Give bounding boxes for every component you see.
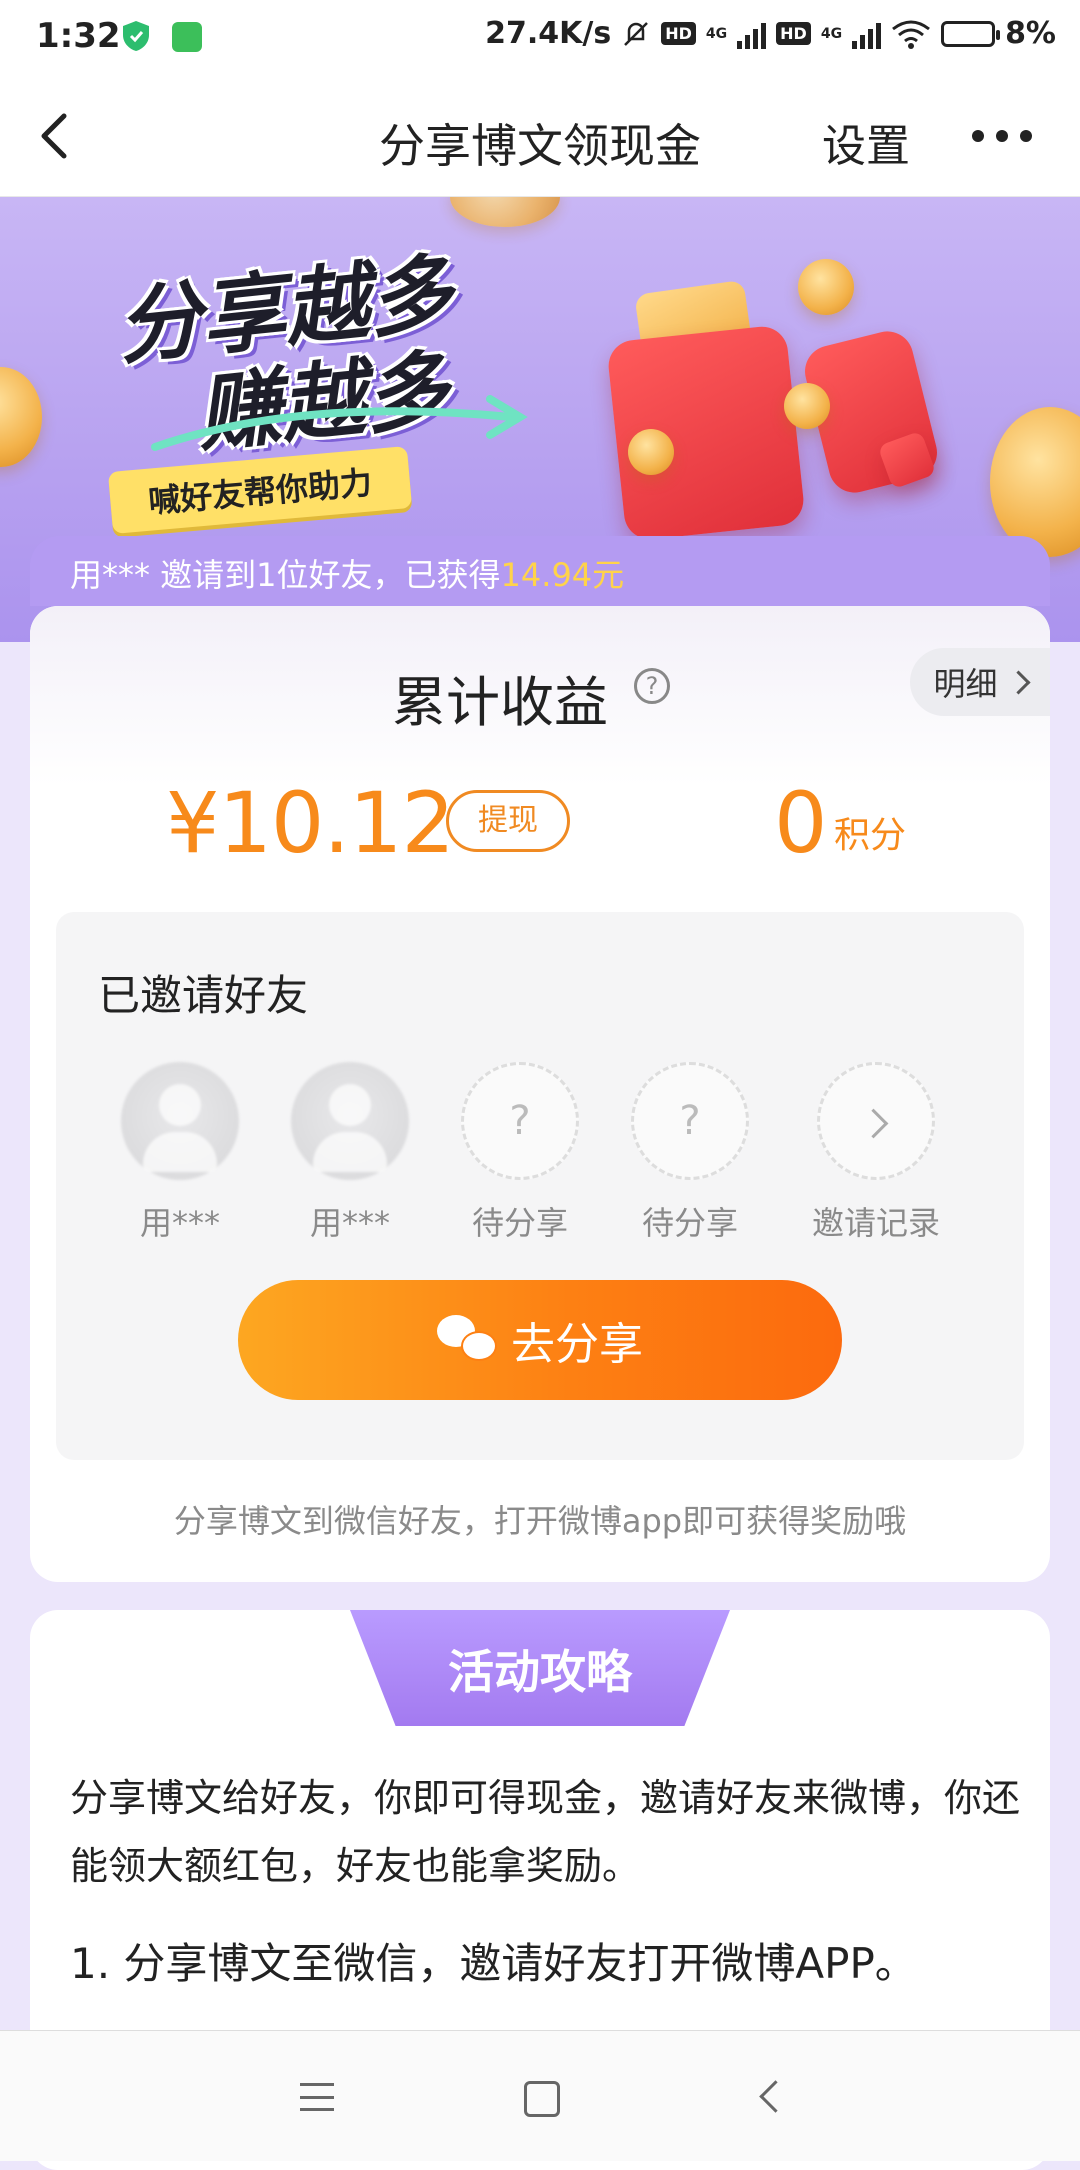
avatar [291, 1062, 409, 1180]
earnings-card: 累计收益 ? 明细 ¥10.12 提现 0 积分 已邀请好友 用*** 用***… [30, 606, 1050, 1582]
status-right-group: 27.4K/s HD 4G HD 4G 8% [485, 16, 1056, 51]
more-dots-icon[interactable] [972, 116, 1042, 156]
coin-decoration [798, 259, 854, 315]
settings-button[interactable]: 设置 [822, 110, 910, 174]
ticker-text: 用*** 邀请到1位好友，已获得14.94元 [70, 550, 624, 596]
hd-badge: HD [661, 22, 696, 45]
system-nav-bar [0, 2030, 1080, 2161]
chevron-right-icon [1005, 669, 1031, 695]
pending-slot[interactable]: ? 待分享 [620, 1062, 760, 1244]
page-title: 分享博文领现金 [379, 119, 701, 173]
question-icon: ? [631, 1062, 749, 1180]
recent-apps-icon[interactable] [300, 2083, 334, 2111]
shield-icon [123, 21, 149, 51]
status-bar: 1:32 27.4K/s HD 4G HD 4G 8% [0, 0, 1080, 76]
network-type: 4G [820, 25, 843, 42]
home-icon[interactable] [524, 2081, 560, 2117]
invite-record-label: 邀请记录 [811, 1204, 940, 1242]
status-time: 1:32 [36, 16, 121, 56]
guide-paragraph: 分享博文给好友，你即可得现金，邀请好友来微博，你还能领大额红包，好友也能拿奖励。 [70, 1776, 1021, 1888]
coin-decoration [628, 429, 674, 475]
mute-icon [624, 21, 649, 46]
coin-decoration [450, 197, 560, 227]
app-notification-icon [172, 22, 202, 52]
coin-decoration [990, 407, 1080, 557]
wifi-icon [892, 20, 930, 49]
pending-slot[interactable]: ? 待分享 [450, 1062, 590, 1244]
friend-label: 用*** [139, 1204, 220, 1242]
pending-label: 待分享 [471, 1204, 568, 1242]
friend-slot: 用*** [280, 1062, 420, 1244]
battery-icon [941, 20, 1001, 47]
share-button[interactable]: 去分享 [238, 1280, 842, 1400]
share-label: 去分享 [511, 1319, 643, 1370]
chevron-right-icon [817, 1062, 935, 1180]
ticker-prefix: 用*** 邀请到1位好友，已获得 [70, 556, 501, 594]
hd-badge: HD [776, 22, 811, 45]
friend-slot: 用*** [110, 1062, 250, 1244]
earnings-title: 累计收益 [392, 671, 608, 734]
withdraw-button[interactable]: 提现 [446, 790, 570, 852]
detail-button[interactable]: 明细 [910, 648, 1050, 716]
invite-record-slot[interactable]: 邀请记录 [796, 1062, 956, 1244]
coin-decoration [0, 367, 42, 467]
coin-decoration [784, 383, 830, 429]
signal-icon [852, 19, 882, 49]
signal-icon [737, 19, 767, 49]
friend-label: 用*** [309, 1204, 390, 1242]
question-icon: ? [461, 1062, 579, 1180]
help-icon[interactable]: ? [634, 668, 670, 704]
network-speed: 27.4K/s [485, 16, 612, 51]
wechat-icon [437, 1315, 497, 1365]
invite-ticker: 用*** 邀请到1位好友，已获得14.94元 [30, 536, 1050, 606]
detail-label: 明细 [933, 665, 998, 703]
nav-bar: 分享博文领现金 设置 [0, 76, 1080, 197]
back-icon[interactable] [759, 2080, 792, 2113]
battery-level: 8% [1005, 16, 1056, 51]
share-hint: 分享博文到微信好友，打开微博app即可获得奖励哦 [173, 1502, 907, 1540]
pending-label: 待分享 [641, 1204, 738, 1242]
guide-step-1: 1. 分享博文至微信，邀请好友打开微博APP。 [70, 1939, 917, 1988]
invited-friends-box: 已邀请好友 用*** 用*** ? 待分享 ? 待分享 邀请记录 去分享 [56, 912, 1024, 1460]
ticker-amount: 14.94元 [500, 556, 625, 594]
avatar [121, 1062, 239, 1180]
guide-tab-label: 活动攻略 [448, 1645, 632, 1699]
total-money: ¥10.12 [166, 774, 455, 872]
points-value: 0 [774, 774, 828, 872]
invited-friends-title: 已邀请好友 [98, 971, 309, 1020]
points-unit: 积分 [834, 815, 907, 856]
network-type: 4G [705, 25, 728, 42]
